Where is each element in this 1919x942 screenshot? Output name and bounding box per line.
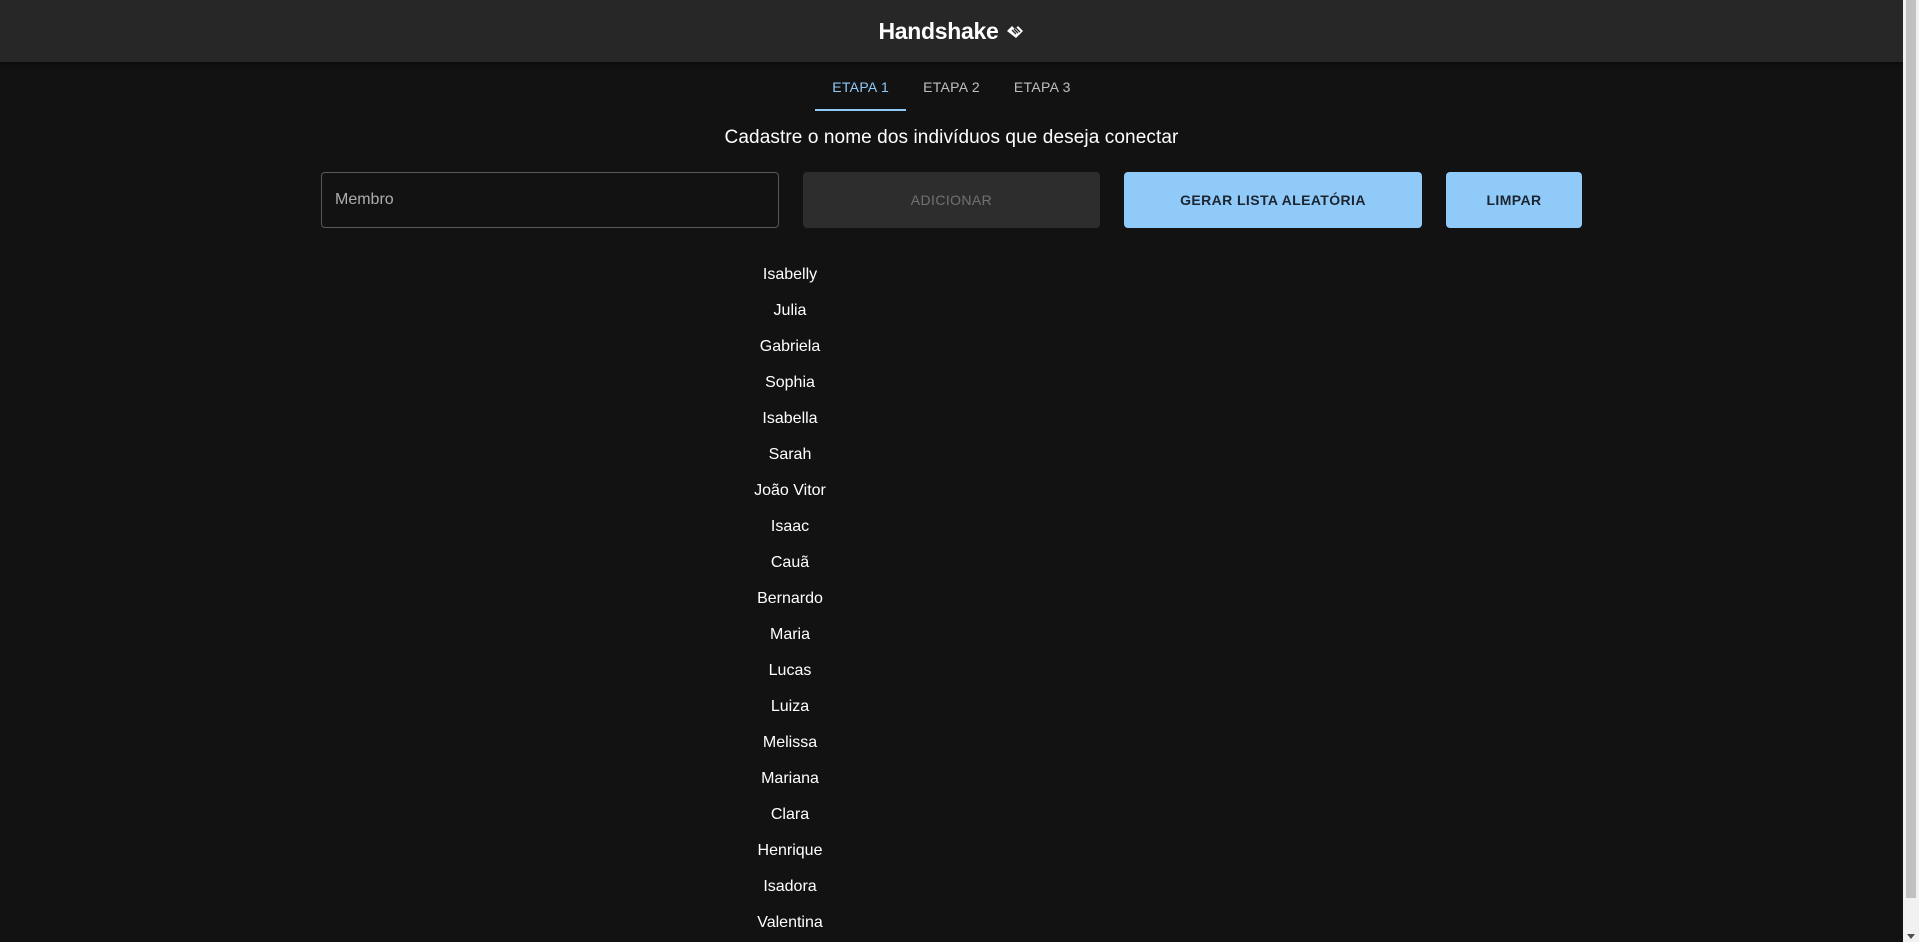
member-list: Isabelly Julia Gabriela Sophia Isabella …	[690, 257, 890, 941]
list-item: Valentina	[757, 914, 823, 931]
app-title: Handshake	[878, 17, 999, 44]
list-item: Sophia	[765, 374, 815, 391]
list-item: Melissa	[762, 734, 818, 751]
scrollbar-thumb[interactable]	[1906, 0, 1916, 898]
member-input[interactable]	[321, 172, 779, 228]
brand: Handshake	[878, 18, 1024, 45]
tab-etapa-1[interactable]: ETAPA 1	[815, 62, 906, 111]
tab-etapa-3[interactable]: ETAPA 3	[997, 62, 1088, 111]
list-item: Isaac	[770, 518, 810, 535]
list-item: Henrique	[757, 842, 823, 859]
list-item: Lucas	[768, 662, 812, 679]
list-item: Julia	[773, 302, 807, 319]
scroll-down-arrow-icon[interactable]	[1907, 934, 1915, 939]
list-item: Bernardo	[757, 590, 823, 607]
list-item: Sarah	[768, 446, 812, 463]
tab-etapa-2[interactable]: ETAPA 2	[906, 62, 997, 111]
page-subtitle: Cadastre o nome dos indivíduos que desej…	[724, 127, 1179, 148]
list-item: Isabelly	[762, 266, 818, 283]
list-item: Isadora	[763, 878, 817, 895]
list-item: Luiza	[770, 698, 810, 715]
list-item: Mariana	[761, 770, 819, 787]
app-root: Handshake ETAPA 1 ETAPA 2 ETAPA 3 Cadast…	[0, 0, 1903, 942]
add-button[interactable]: ADICIONAR	[803, 172, 1100, 228]
handshake-icon	[1005, 21, 1025, 41]
generate-random-list-button[interactable]: GERAR LISTA ALEATÓRIA	[1124, 172, 1422, 228]
list-item: Cauã	[770, 554, 810, 571]
list-item: Isabella	[762, 410, 818, 427]
vertical-scrollbar[interactable]	[1903, 0, 1919, 942]
step-tabs: ETAPA 1 ETAPA 2 ETAPA 3	[0, 62, 1903, 111]
app-bar: Handshake	[0, 0, 1903, 62]
clear-button[interactable]: LIMPAR	[1446, 172, 1582, 228]
list-item: Maria	[769, 626, 810, 643]
list-item: Gabriela	[759, 338, 821, 355]
list-item: João Vitor	[754, 482, 826, 499]
list-item: Clara	[770, 806, 810, 823]
